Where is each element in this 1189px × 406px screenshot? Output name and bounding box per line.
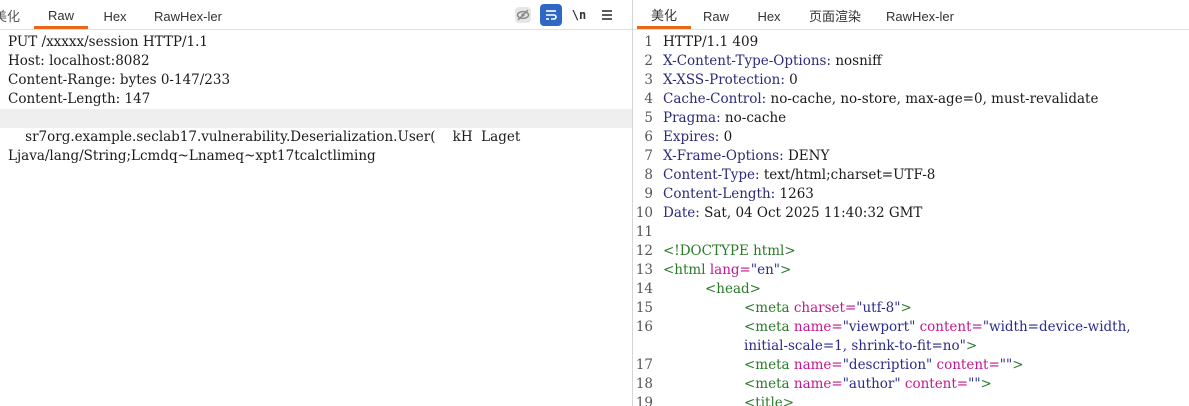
- request-tabbar: 美化 Raw Hex RawHex-ler \n: [0, 0, 632, 30]
- header-value: 0: [784, 72, 798, 88]
- tag-open: <title>: [744, 395, 795, 406]
- header-name: X-Content-Type-Options:: [663, 53, 832, 69]
- header-value: Sat, 04 Oct 2025 11:40:32 GMT: [699, 205, 923, 221]
- header-name: X-Frame-Options:: [663, 148, 784, 164]
- header-value: text/html;charset=UTF-8: [759, 167, 936, 183]
- request-tab-beautify[interactable]: 美化: [0, 0, 22, 29]
- response-tab-raw[interactable]: Raw: [699, 0, 733, 29]
- header-name: Date:: [663, 205, 700, 221]
- response-tab-beautify[interactable]: 美化: [637, 0, 691, 29]
- request-line: Ljava/lang/String;Lcmdq~Lnameq~xpt17tcal…: [8, 148, 376, 164]
- meta-line: <meta name="author" content="">: [744, 375, 992, 394]
- request-tab-raw[interactable]: Raw: [34, 0, 88, 29]
- tag-open: <meta: [744, 300, 790, 316]
- html-doctype-line: <!DOCTYPE html>: [663, 242, 796, 261]
- attr-value: "width=device-width,: [982, 319, 1131, 335]
- header-name: Expires:: [663, 129, 720, 145]
- response-header-line: X-Content-Type-Options: nosniff: [663, 52, 882, 71]
- attr-name: lang=: [705, 262, 751, 278]
- response-tab-render[interactable]: 页面渲染: [805, 0, 865, 29]
- response-tab-rawhex-ler[interactable]: RawHex-ler: [882, 0, 958, 29]
- html-open-line: <html lang="en">: [663, 261, 791, 280]
- meta-line-wrap: initial-scale=1, shrink-to-fit=no">: [744, 337, 977, 356]
- meta-line: <meta name="viewport" content="width=dev…: [744, 318, 1131, 337]
- attr-name: name=: [789, 376, 843, 392]
- attr-name: name=: [789, 357, 843, 373]
- request-line: Host: localhost:8082: [8, 53, 150, 69]
- response-header-line: Content-Type: text/html;charset=UTF-8: [663, 166, 935, 185]
- response-header-line: X-XSS-Protection: 0: [663, 71, 798, 90]
- request-line: sr7org.example.seclab17.vulnerability.De…: [8, 129, 521, 145]
- meta-line: <meta charset="utf-8">: [744, 299, 912, 318]
- header-name: Pragma:: [663, 110, 721, 126]
- header-value: no-cache, no-store, max-age=0, must-reva…: [766, 91, 1099, 107]
- eye-slash-icon[interactable]: [512, 4, 534, 26]
- header-value: 1263: [775, 186, 814, 202]
- meta-line: <meta name="description" content="">: [744, 356, 1024, 375]
- request-line-current: [0, 109, 632, 128]
- tag-open: <meta: [744, 376, 790, 392]
- tag-close: >: [980, 376, 992, 392]
- title-line: <title>: [744, 394, 794, 406]
- request-line: PUT /xxxxx/session HTTP/1.1: [8, 34, 209, 50]
- request-tab-rawhex-ler[interactable]: RawHex-ler: [150, 0, 226, 29]
- attr-name: charset=: [789, 300, 857, 316]
- attr-name: name=: [789, 319, 843, 335]
- request-toolbar: \n: [512, 4, 624, 26]
- attr-value: "en": [750, 262, 780, 278]
- header-value: 0: [719, 129, 733, 145]
- tag-open: <meta: [744, 357, 790, 373]
- request-editor[interactable]: PUT /xxxxx/session HTTP/1.1 Host: localh…: [0, 31, 632, 406]
- response-header-line: Pragma: no-cache: [663, 109, 786, 128]
- attr-name: content=: [900, 376, 969, 392]
- request-pane: 美化 Raw Hex RawHex-ler \n PUT /xxxxx/sess…: [0, 0, 632, 406]
- tag-open: <html: [663, 262, 706, 278]
- attr-value: initial-scale=1, shrink-to-fit=no": [744, 338, 966, 354]
- response-scrollbar[interactable]: [1181, 31, 1189, 406]
- header-name: Content-Length:: [663, 186, 776, 202]
- tag-close: >: [1012, 357, 1024, 373]
- response-header-line: Expires: 0: [663, 128, 732, 147]
- doctype: <!DOCTYPE html>: [663, 243, 796, 259]
- header-value: no-cache: [720, 110, 787, 126]
- tag-close: >: [779, 262, 792, 278]
- response-header-line: Content-Length: 1263: [663, 185, 814, 204]
- header-value: nosniff: [831, 53, 882, 69]
- hamburger-menu-icon[interactable]: [596, 4, 618, 26]
- header-name: X-XSS-Protection:: [663, 72, 785, 88]
- request-tab-hex[interactable]: Hex: [98, 0, 132, 29]
- tag-close: >: [900, 300, 912, 316]
- tag-open: <head>: [705, 281, 761, 297]
- attr-name: content=: [932, 357, 1000, 373]
- request-line: Content-Range: bytes 0-147/233: [8, 72, 231, 88]
- head-line: <head>: [705, 280, 761, 299]
- attr-name: content=: [915, 319, 983, 335]
- tag-close: >: [965, 338, 978, 354]
- response-tabbar: 美化 Raw Hex 页面渲染 RawHex-ler: [633, 0, 1189, 30]
- header-value: DENY: [783, 148, 830, 164]
- attr-value: "viewport": [842, 319, 916, 335]
- response-pane: 美化 Raw Hex 页面渲染 RawHex-ler 1 2 3 4 5 6 7…: [633, 0, 1189, 406]
- header-name: Content-Type:: [663, 167, 760, 183]
- status-text: HTTP/1.1 409: [663, 34, 759, 50]
- attr-value: "utf-8": [856, 300, 901, 316]
- tag-open: <meta: [744, 319, 790, 335]
- wrap-lines-icon[interactable]: [540, 4, 562, 26]
- response-editor[interactable]: HTTP/1.1 409 X-Content-Type-Options: nos…: [633, 31, 1189, 406]
- attr-value: "description": [842, 357, 933, 373]
- newline-toggle[interactable]: \n: [568, 4, 590, 26]
- attr-value: "": [968, 376, 981, 392]
- response-status-line: HTTP/1.1 409: [663, 33, 758, 52]
- attr-value: "": [999, 357, 1013, 373]
- header-name: Cache-Control:: [663, 91, 767, 107]
- response-header-line: Cache-Control: no-cache, no-store, max-a…: [663, 90, 1098, 109]
- response-header-line: Date: Sat, 04 Oct 2025 11:40:32 GMT: [663, 204, 922, 223]
- response-tab-hex[interactable]: Hex: [754, 0, 784, 29]
- attr-value: "author": [842, 376, 901, 392]
- request-line: Content-Length: 147: [8, 91, 151, 107]
- response-header-line: X-Frame-Options: DENY: [663, 147, 829, 166]
